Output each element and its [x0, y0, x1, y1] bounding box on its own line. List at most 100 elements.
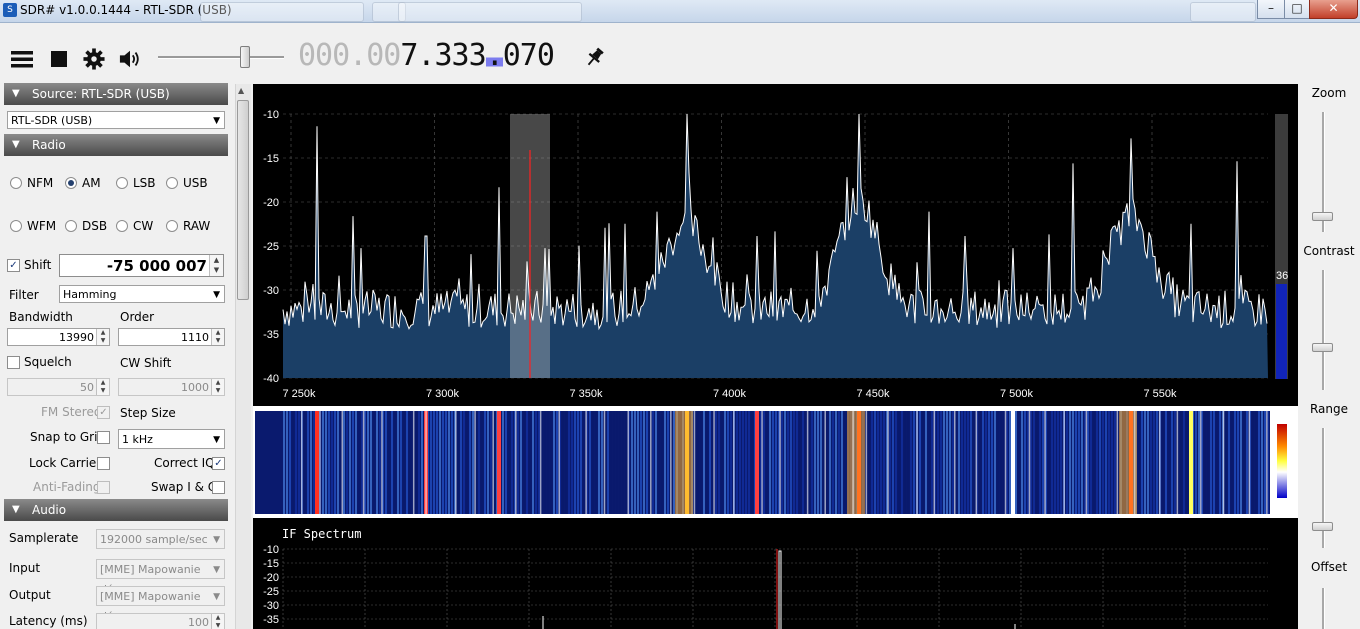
if-spectrum-border — [253, 514, 1298, 518]
dropdown-arrow-icon: ▼ — [213, 565, 220, 575]
frequency-cursor-digit[interactable]: . — [485, 38, 504, 73]
filter-select[interactable]: Hamming ▼ — [59, 285, 225, 303]
stepsize-select[interactable]: 1 kHz ▼ — [118, 429, 225, 449]
frequency-display[interactable]: 000.007.333.070 — [298, 36, 555, 76]
swapiq-checkbox[interactable] — [212, 481, 225, 494]
waterfall-stripe — [1156, 411, 1158, 514]
y-tick-label: -25 — [263, 586, 279, 598]
spin-buttons[interactable]: ▲ ▼ — [96, 379, 109, 395]
contrast-label: Contrast — [1303, 244, 1355, 258]
background-window-tab[interactable] — [200, 2, 364, 22]
speaker-icon[interactable] — [118, 48, 142, 70]
maximize-button[interactable]: □ — [1284, 0, 1310, 19]
mode-raw[interactable]: RAW — [166, 219, 210, 233]
mode-cw[interactable]: CW — [116, 219, 153, 233]
waterfall-stripe — [1216, 411, 1218, 514]
zoom-slider-thumb[interactable] — [1312, 212, 1333, 221]
panel-scrollbar[interactable]: ▲ — [235, 84, 251, 629]
radio-section-header[interactable]: ▼ Radio — [4, 134, 228, 156]
contrast-slider-track[interactable] — [1322, 270, 1325, 390]
snap-checkbox[interactable] — [97, 431, 110, 444]
collapse-triangle-icon[interactable]: ▼ — [12, 134, 20, 156]
collapse-triangle-icon[interactable]: ▼ — [12, 83, 20, 105]
correctiq-checkbox[interactable]: ✓ — [212, 457, 225, 470]
mode-wfm[interactable]: WFM — [10, 219, 56, 233]
close-button[interactable]: ✕ — [1309, 0, 1358, 19]
radio-button[interactable] — [116, 177, 128, 189]
radio-button[interactable] — [116, 220, 128, 232]
waterfall[interactable] — [255, 411, 1270, 514]
collapse-triangle-icon[interactable]: ▼ — [12, 499, 20, 521]
source-device-select[interactable]: RTL-SDR (USB) ▼ — [7, 111, 225, 129]
scrollbar-thumb[interactable] — [237, 100, 249, 300]
pin-icon[interactable] — [583, 46, 607, 68]
stop-icon[interactable] — [48, 48, 72, 70]
offset-slider-track[interactable] — [1322, 588, 1325, 629]
mode-usb[interactable]: USB — [166, 176, 208, 190]
output-select[interactable]: [MME] Mapowanie dźw ▼ — [96, 586, 225, 623]
order-input[interactable]: 1110 ▲ ▼ — [118, 328, 225, 346]
mode-nfm[interactable]: NFM — [10, 176, 53, 190]
cwshift-input[interactable]: 1000 ▲ ▼ — [118, 378, 225, 396]
waterfall-stripe — [817, 411, 819, 514]
radio-button[interactable] — [65, 177, 77, 189]
spectrum-display[interactable]: -10 -15 -20 -25 -30 -35 -40 7 250k 7 300k 7 350k… — [253, 84, 1298, 629]
antifading-checkbox[interactable] — [97, 481, 110, 494]
background-window-tab[interactable] — [1190, 2, 1256, 22]
volume-slider[interactable] — [158, 46, 284, 68]
squelch-checkbox[interactable] — [7, 356, 20, 369]
lockcarrier-label: Lock Carrier — [29, 456, 102, 470]
gear-icon[interactable] — [82, 48, 106, 70]
squelch-input[interactable]: 50 ▲ ▼ — [7, 378, 110, 396]
frequency-mhz-digits[interactable]: 7.333 — [400, 38, 486, 73]
waterfall-stripe — [658, 411, 660, 514]
contrast-slider-thumb[interactable] — [1312, 343, 1333, 352]
spin-buttons[interactable]: ▲ ▼ — [209, 255, 223, 276]
source-section-header[interactable]: ▼ Source: RTL-SDR (USB) — [4, 83, 228, 105]
mode-am[interactable]: AM — [65, 176, 101, 190]
spin-buttons[interactable]: ▲ ▼ — [211, 614, 224, 629]
hamburger-icon[interactable] — [10, 48, 34, 70]
waterfall-stripe — [1054, 411, 1056, 514]
waterfall-line — [916, 411, 918, 514]
radio-button[interactable] — [10, 177, 22, 189]
latency-input[interactable]: 100 ▲ ▼ — [96, 613, 225, 629]
waterfall-line — [381, 411, 383, 514]
spin-buttons[interactable]: ▲ ▼ — [211, 379, 224, 395]
y-tick-label: -15 — [263, 558, 279, 570]
samplerate-select[interactable]: 192000 sample/sec ▼ — [96, 529, 225, 549]
frequency-leading-digits[interactable]: 000.00 — [298, 38, 401, 73]
mode-dsb[interactable]: DSB — [65, 219, 107, 233]
waterfall-stripe — [295, 411, 297, 514]
spin-buttons[interactable]: ▲ ▼ — [96, 329, 109, 345]
waterfall-stripe — [1018, 411, 1020, 514]
radio-button[interactable] — [166, 220, 178, 232]
waterfall-stripe — [769, 411, 771, 514]
radio-button[interactable] — [10, 220, 22, 232]
bandwidth-label: Bandwidth — [9, 310, 73, 324]
waterfall-stripe — [640, 411, 642, 514]
input-select[interactable]: [MME] Mapowanie dźw ▼ — [96, 559, 225, 596]
bandwidth-input[interactable]: 13990 ▲ ▼ — [7, 328, 110, 346]
audio-section-header[interactable]: ▼ Audio — [4, 499, 228, 521]
waterfall-stripe — [748, 411, 750, 514]
radio-button[interactable] — [166, 177, 178, 189]
spectrum-display-svg[interactable]: -10 -15 -20 -25 -30 -35 -40 7 250k 7 300k 7 350k… — [253, 84, 1298, 629]
scroll-up-arrow-icon[interactable]: ▲ — [238, 86, 244, 95]
spin-buttons[interactable]: ▲ ▼ — [211, 329, 224, 345]
volume-thumb[interactable] — [239, 46, 250, 68]
waterfall-stripe — [508, 411, 510, 514]
fmstereo-checkbox[interactable]: ✓ — [97, 406, 110, 419]
frequency-hz-digits[interactable]: 070 — [503, 38, 555, 73]
mode-lsb[interactable]: LSB — [116, 176, 156, 190]
shift-checkbox[interactable]: ✓ — [7, 259, 20, 272]
background-window-tab[interactable] — [398, 2, 582, 22]
waterfall-line — [1085, 411, 1088, 514]
shift-input[interactable]: -75 000 007 ▲ ▼ — [59, 254, 224, 277]
radio-button[interactable] — [65, 220, 77, 232]
waterfall-stripe — [961, 411, 963, 514]
x-tick-label: 7 300k — [426, 388, 460, 400]
range-slider-thumb[interactable] — [1312, 522, 1333, 531]
minimize-button[interactable]: – — [1257, 0, 1285, 19]
lockcarrier-checkbox[interactable] — [97, 457, 110, 470]
